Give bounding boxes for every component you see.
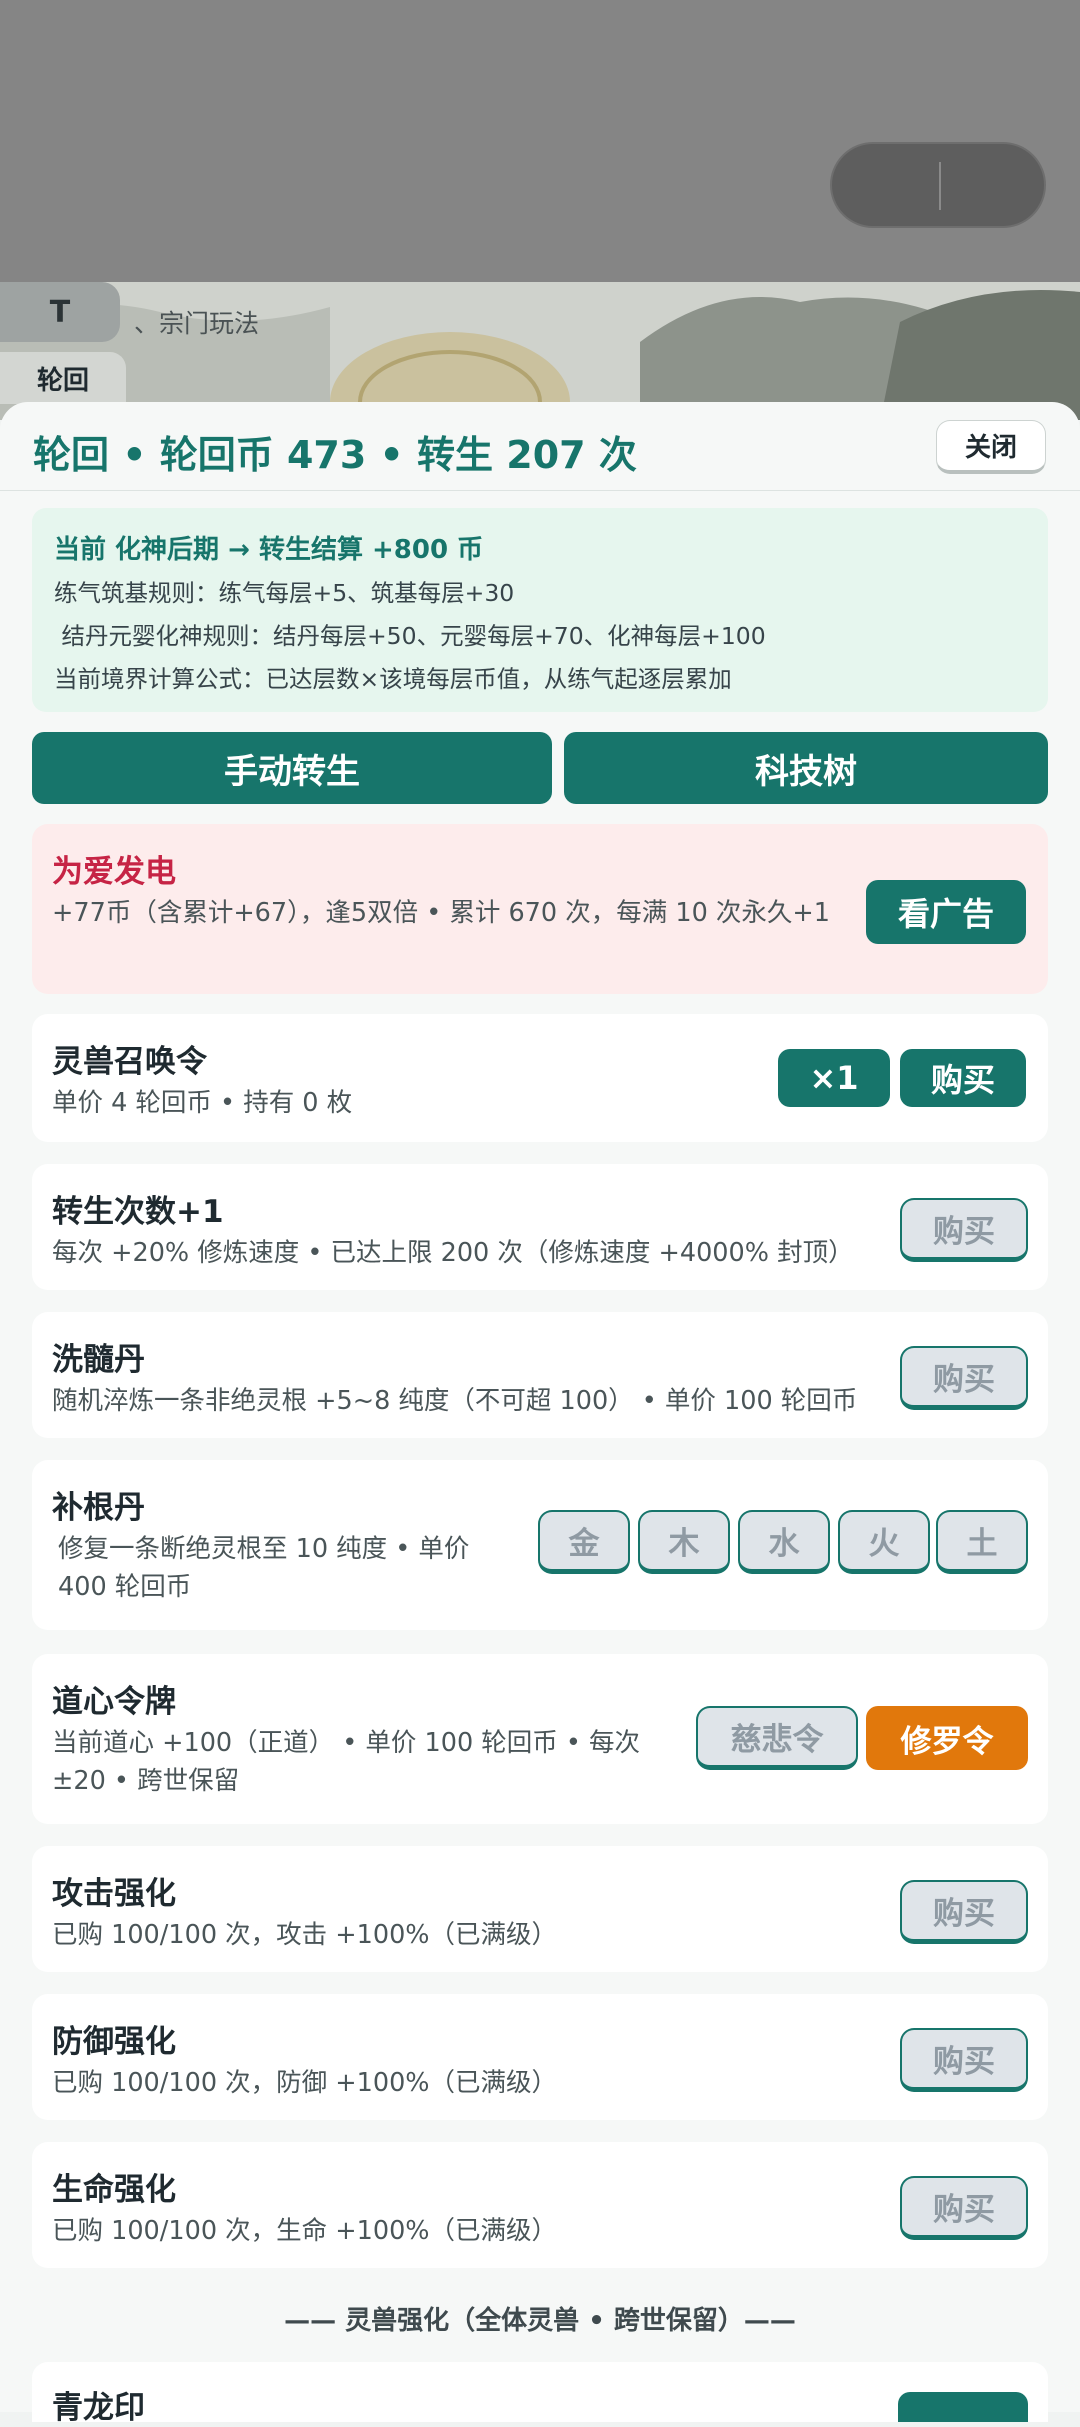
tab-lunhui[interactable]: 轮回 xyxy=(0,352,126,404)
item-desc: 已购 100/100 次，生命 +100%（已满级） xyxy=(52,2216,558,2246)
item-name: 洗髓丹 xyxy=(52,1342,145,1378)
item-name-partial: 青龙印 xyxy=(52,2390,145,2426)
close-button[interactable]: 关闭 xyxy=(936,420,1046,474)
buy-button-disabled[interactable]: 购买 xyxy=(900,1198,1028,1262)
asura-token-button[interactable]: 修罗令 xyxy=(866,1706,1028,1770)
mini-program-capsule xyxy=(830,142,1046,228)
item-card-attack: 攻击强化 已购 100/100 次，攻击 +100%（已满级） 购买 xyxy=(32,1846,1048,1972)
item-desc: 随机淬炼一条非绝灵根 +5~8 纯度（不可超 100） • 单价 100 轮回币 xyxy=(52,1386,858,1416)
element-earth-button[interactable]: 土 xyxy=(936,1510,1028,1574)
item-desc: 已购 100/100 次，攻击 +100%（已满级） xyxy=(52,1920,558,1950)
element-wood-button[interactable]: 木 xyxy=(638,1510,730,1574)
reincarnation-panel: 轮回 • 轮回币 473 • 转生 207 次 关闭 当前 化神后期 → 转生结… xyxy=(0,402,1080,2426)
rule-qi-foundation: 练气筑基规则：练气每层+5、筑基每层+30 xyxy=(54,579,515,607)
manual-rebirth-button[interactable]: 手动转生 xyxy=(32,732,552,804)
item-desc: 已购 100/100 次，防御 +100%（已满级） xyxy=(52,2068,558,2098)
buy-button-disabled[interactable]: 购买 xyxy=(900,1880,1028,1944)
mountain-landscape-art xyxy=(0,290,1080,420)
buy-button-disabled[interactable]: 购买 xyxy=(900,2028,1028,2092)
item-name: 道心令牌 xyxy=(52,1684,176,1720)
rule-core-nascent: 结丹元婴化神规则：结丹每层+50、元婴每层+70、化神每层+100 xyxy=(54,622,766,650)
item-desc: 当前道心 +100（正道） • 单价 100 轮回币 • 每次 ±20 • 跨世… xyxy=(52,1728,641,1796)
item-name: 生命强化 xyxy=(52,2172,176,2208)
avatar-tag[interactable]: T xyxy=(0,282,120,342)
beast-section-title: —— 灵兽强化（全体灵兽 • 跨世保留）—— xyxy=(284,2306,796,2336)
buy-button-disabled[interactable]: 购买 xyxy=(900,1346,1028,1410)
panel-title: 轮回 • 轮回币 473 • 转生 207 次 xyxy=(33,433,637,477)
item-card-dao-heart: 道心令牌 当前道心 +100（正道） • 单价 100 轮回币 • 每次 ±20… xyxy=(32,1654,1048,1824)
target-circle-icon[interactable] xyxy=(969,165,1011,207)
tech-tree-button[interactable]: 科技树 xyxy=(564,732,1048,804)
sect-gameplay-text: 、宗门玩法 xyxy=(134,309,260,338)
item-desc: 单价 4 轮回币 • 持有 0 枚 xyxy=(52,1088,353,1118)
item-name: 攻击强化 xyxy=(52,1876,176,1912)
item-name: 补根丹 xyxy=(52,1490,145,1526)
more-dots-icon[interactable] xyxy=(862,170,922,202)
element-water-button[interactable]: 水 xyxy=(738,1510,830,1574)
item-card-defense: 防御强化 已购 100/100 次，防御 +100%（已满级） 购买 xyxy=(32,1994,1048,2120)
item-desc: 修复一条断绝灵根至 10 纯度 • 单价 400 轮回币 xyxy=(58,1534,470,1602)
background-scenery: T 、宗门玩法 轮回 xyxy=(0,0,1080,420)
item-name: 转生次数+1 xyxy=(52,1194,224,1230)
item-card-root-repair: 补根丹 修复一条断绝灵根至 10 纯度 • 单价 400 轮回币 金 木 水 火… xyxy=(32,1460,1048,1630)
item-name: 灵兽召唤令 xyxy=(52,1044,207,1080)
element-gold-button[interactable]: 金 xyxy=(538,1510,630,1574)
power-desc: +77币（含累计+67），逢5双倍 • 累计 670 次，每满 10 次永久+1 xyxy=(52,898,830,928)
item-card-marrow: 洗髓丹 随机淬炼一条非绝灵根 +5~8 纯度（不可超 100） • 单价 100… xyxy=(32,1312,1048,1438)
realm-formula: 当前境界计算公式：已达层数×该境每层币值，从练气起逐层累加 xyxy=(54,665,732,693)
buy-button[interactable]: 购买 xyxy=(900,1049,1026,1107)
item-card-rebirth-count: 转生次数+1 每次 +20% 修炼速度 • 已达上限 200 次（修炼速度 +4… xyxy=(32,1164,1048,1290)
power-card: 为爱发电 +77币（含累计+67），逢5双倍 • 累计 670 次，每满 10 … xyxy=(32,824,1048,994)
mercy-token-button[interactable]: 慈悲令 xyxy=(696,1706,858,1770)
item-card-summon: 灵兽召唤令 单价 4 轮回币 • 持有 0 枚 ×1 购买 xyxy=(32,1014,1048,1142)
dimmed-overlay xyxy=(0,0,1080,282)
item-name: 防御强化 xyxy=(52,2024,176,2060)
item-card-partial xyxy=(32,2362,1048,2422)
item-card-hp: 生命强化 已购 100/100 次，生命 +100%（已满级） 购买 xyxy=(32,2142,1048,2268)
element-fire-button[interactable]: 火 xyxy=(838,1510,930,1574)
panel-header: 轮回 • 轮回币 473 • 转生 207 次 关闭 xyxy=(0,402,1080,491)
power-title: 为爱发电 xyxy=(52,854,176,890)
quantity-button[interactable]: ×1 xyxy=(778,1049,890,1107)
buy-button-partial[interactable] xyxy=(898,2392,1028,2422)
item-desc: 每次 +20% 修炼速度 • 已达上限 200 次（修炼速度 +4000% 封顶… xyxy=(52,1238,854,1268)
watch-ad-button[interactable]: 看广告 xyxy=(866,880,1026,944)
current-realm-text: 当前 化神后期 → 转生结算 +800 币 xyxy=(54,535,484,565)
rebirth-info-box: 当前 化神后期 → 转生结算 +800 币 练气筑基规则：练气每层+5、筑基每层… xyxy=(32,508,1048,712)
buy-button-disabled[interactable]: 购买 xyxy=(900,2176,1028,2240)
capsule-divider xyxy=(939,162,941,210)
